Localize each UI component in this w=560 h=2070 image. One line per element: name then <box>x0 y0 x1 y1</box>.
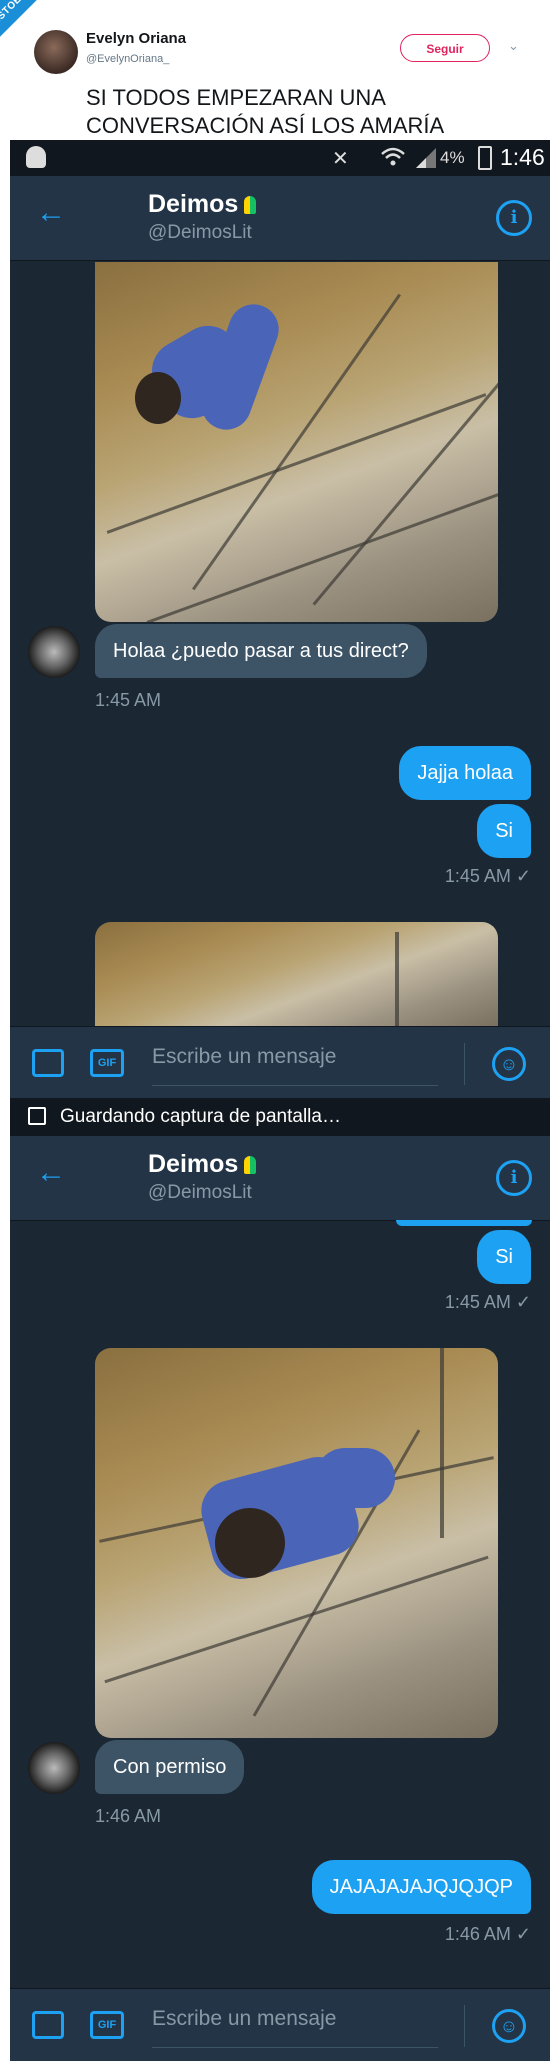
chat-header: ← Deimos @DeimosLit i <box>10 176 550 261</box>
battery-icon <box>478 146 492 170</box>
gif-button[interactable]: GIF <box>90 2011 124 2039</box>
signal-icon <box>416 148 436 168</box>
new-account-badge-icon <box>244 196 257 214</box>
clock: 1:46 <box>500 144 545 170</box>
emoji-icon[interactable]: ☺ <box>492 1047 526 1081</box>
message-composer: GIF Escribe un mensaje ☺ <box>10 1988 550 2061</box>
message-bubble-outgoing[interactable]: JAJAJAJAJQJQJQP <box>311 1860 531 1914</box>
chat-handle: @DeimosLit <box>148 1182 252 1203</box>
message-bubble-outgoing[interactable]: Si <box>477 804 531 858</box>
mute-icon: ✕ <box>332 148 349 170</box>
message-timestamp: 1:46 AM <box>95 1806 162 1826</box>
message-timestamp: 1:45 AM ✓ <box>444 1292 531 1312</box>
image-attach-icon[interactable] <box>32 2011 64 2039</box>
tweet-author-avatar[interactable] <box>34 30 78 74</box>
chat-name[interactable]: Deimos <box>148 1150 257 1179</box>
message-bubble-partial <box>396 1220 532 1226</box>
wifi-icon <box>381 147 405 166</box>
follow-button[interactable]: Seguir <box>400 34 490 62</box>
gif-image[interactable] <box>95 262 498 622</box>
message-bubble-outgoing[interactable]: Si <box>477 1230 531 1284</box>
info-icon[interactable]: i <box>496 200 532 236</box>
message-input[interactable]: Escribe un mensaje <box>152 2007 438 2048</box>
emoji-icon[interactable]: ☺ <box>492 2009 526 2043</box>
composer-divider <box>464 2005 465 2047</box>
snapchat-ghost-icon <box>26 146 46 168</box>
back-arrow-icon[interactable]: ← <box>36 196 66 230</box>
image-attach-icon[interactable] <box>32 1049 64 1077</box>
status-bar: ✕ 4% 1:46 <box>10 140 550 176</box>
image-icon <box>28 1107 46 1125</box>
gif-button[interactable]: GIF <box>90 1049 124 1077</box>
saving-notice-text: Guardando captura de pantalla… <box>60 1106 341 1127</box>
screenshot-saving-notice: Guardando captura de pantalla… <box>10 1098 550 1136</box>
tweet-author-handle: @EvelynOriana_ <box>86 53 170 65</box>
composer-divider <box>464 1043 465 1085</box>
chat-header: ← Deimos @DeimosLit i <box>10 1136 550 1221</box>
message-timestamp: 1:45 AM ✓ <box>444 866 531 886</box>
new-account-badge-icon <box>244 1156 257 1174</box>
chat-handle: @DeimosLit <box>148 222 252 243</box>
back-arrow-icon[interactable]: ← <box>36 1156 66 1190</box>
message-bubble-incoming[interactable]: Con permiso <box>95 1740 245 1794</box>
contact-avatar[interactable] <box>28 626 80 678</box>
battery-percent: 4% <box>440 148 465 167</box>
tweet-author-name[interactable]: Evelyn Oriana <box>86 30 186 47</box>
contact-avatar[interactable] <box>28 1742 80 1794</box>
chat-name[interactable]: Deimos <box>148 190 257 219</box>
chevron-down-icon[interactable]: ⌄ <box>508 38 519 54</box>
message-input[interactable]: Escribe un mensaje <box>152 1045 438 1086</box>
gif-image-partial[interactable] <box>95 922 498 1026</box>
message-bubble-outgoing[interactable]: Jajja holaa <box>399 746 531 800</box>
gif-image[interactable] <box>95 1348 498 1738</box>
message-timestamp: 1:46 AM ✓ <box>444 1924 531 1944</box>
tweet-text: SI TODOS EMPEZARAN UNA CONVERSACIÓN ASÍ … <box>86 85 445 138</box>
info-icon[interactable]: i <box>496 1160 532 1196</box>
message-composer: GIF Escribe un mensaje ☺ <box>10 1026 550 1099</box>
message-bubble-incoming[interactable]: Holaa ¿puedo pasar a tus direct? <box>95 624 427 678</box>
message-timestamp: 1:45 AM <box>95 690 162 710</box>
